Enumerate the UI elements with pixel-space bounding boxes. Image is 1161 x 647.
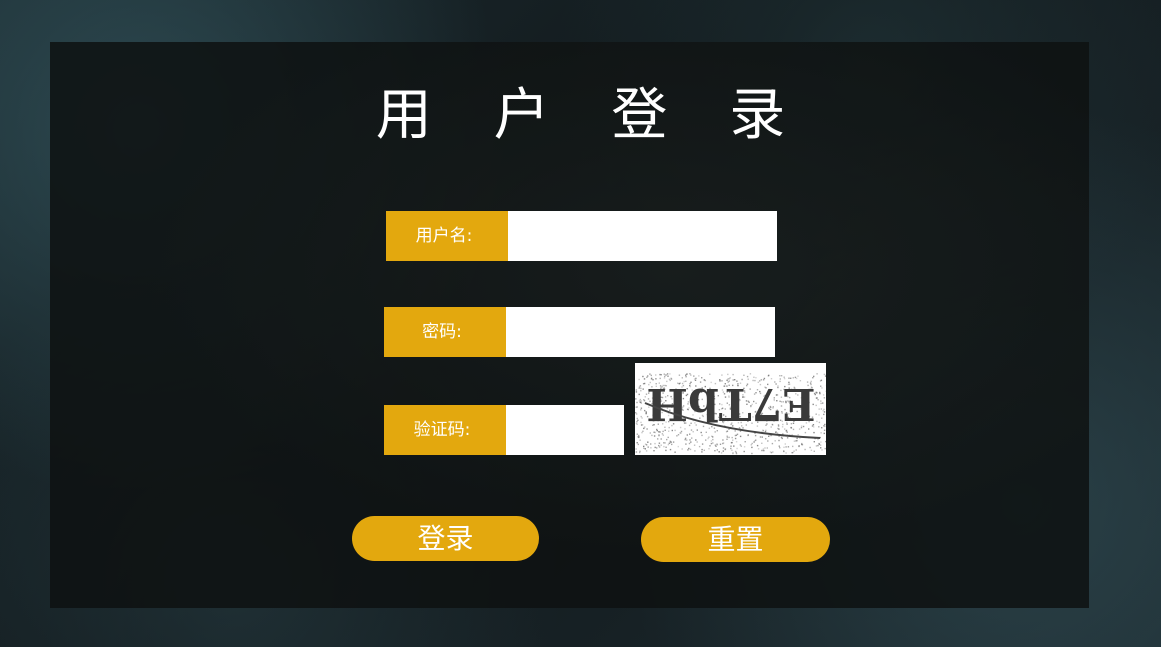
page-title: 用 户 登 录 xyxy=(375,83,808,148)
password-label: 密码: xyxy=(384,307,516,357)
username-input[interactable] xyxy=(508,211,777,261)
reset-button[interactable]: 重置 xyxy=(641,517,830,562)
password-input[interactable] xyxy=(506,307,775,357)
captcha-graphic: E7TbH xyxy=(635,373,826,455)
username-label-text: 用户名: xyxy=(415,226,473,246)
login-button[interactable]: 登录 xyxy=(352,516,539,561)
captcha-text: E7TbH xyxy=(646,378,815,429)
captcha-field: 验证码: xyxy=(384,405,624,455)
password-field: 密码: xyxy=(384,307,775,357)
password-label-text: 密码: xyxy=(422,322,462,342)
captcha-label-text: 验证码: xyxy=(413,420,471,440)
captcha-image[interactable]: E7TbH xyxy=(635,363,826,455)
captcha-input[interactable] xyxy=(506,405,624,455)
captcha-label: 验证码: xyxy=(384,405,516,455)
username-field: 用户名: xyxy=(386,211,777,261)
username-label: 用户名: xyxy=(386,211,518,261)
